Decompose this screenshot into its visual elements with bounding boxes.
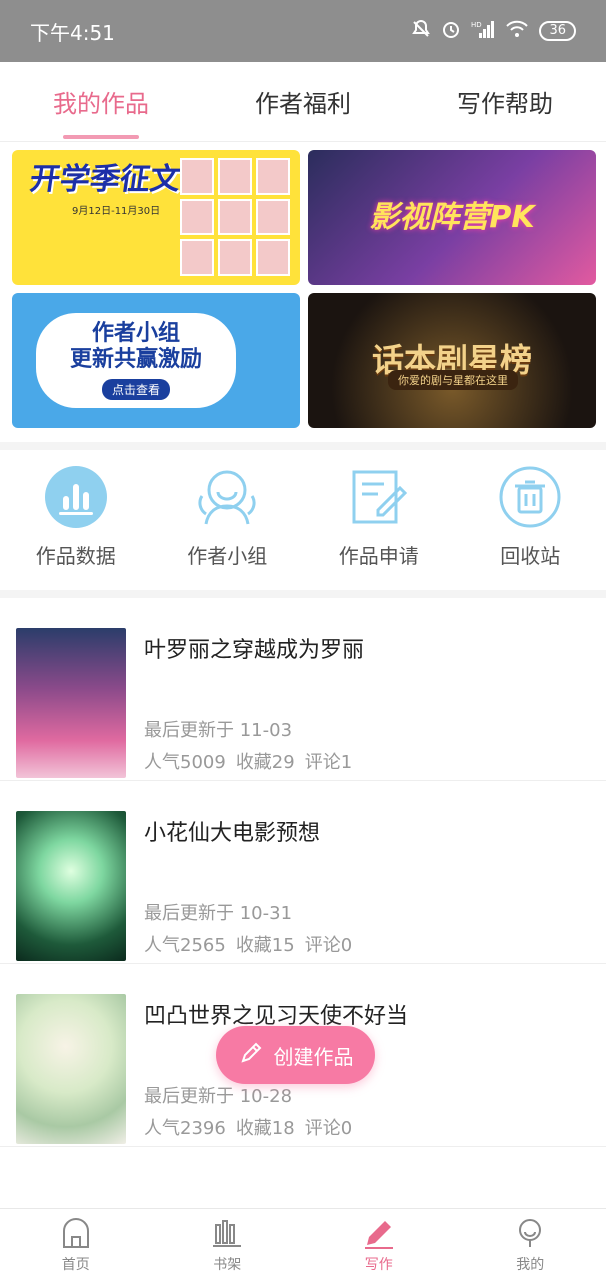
book-stats: 人气2565 收藏15 评论0 (144, 931, 352, 957)
bar-chart-icon (44, 466, 107, 528)
quick-item-work-apply[interactable]: 作品申请 (303, 452, 455, 590)
comments: 评论0 (304, 935, 353, 956)
list-item[interactable]: 叶罗丽之穿越成为罗丽 最后更新于 11-03 人气5009 收藏29 评论1 (0, 598, 606, 781)
banner-card: 作者小组 更新共赢激励 点击查看 (36, 313, 236, 408)
wifi-icon (505, 19, 529, 43)
battery-indicator: 36 (539, 21, 576, 41)
banner-grid: 开学季征文 9月12日-11月30日 影视阵营PK 作者小组 更新共赢激励 点击… (12, 150, 596, 430)
favorites: 收藏29 (235, 752, 295, 773)
quick-actions: 作品数据 作者小组 作品申请 回收站 (0, 452, 606, 590)
photo-collage (180, 158, 290, 276)
quick-item-work-data[interactable]: 作品数据 (0, 452, 152, 590)
popularity: 人气2565 (144, 935, 226, 956)
book-stats: 人气5009 收藏29 评论1 (144, 748, 352, 774)
favorites: 收藏18 (235, 1118, 295, 1139)
view-button: 点击查看 (101, 379, 170, 401)
banner-title: 影视阵营PK (369, 199, 535, 235)
profile-icon (513, 1216, 547, 1250)
book-stats: 人气2396 收藏18 评论0 (144, 1114, 352, 1140)
mute-icon (411, 19, 431, 43)
nav-home[interactable]: 首页 (0, 1209, 152, 1280)
book-info: 小花仙大电影预想 最后更新于 10-31 人气2565 收藏15 评论0 (144, 811, 590, 963)
signal-icon: HD (471, 19, 495, 43)
nav-label: 书架 (213, 1256, 242, 1273)
book-cover (16, 994, 126, 1144)
list-item[interactable]: 小花仙大电影预想 最后更新于 10-31 人气2565 收藏15 评论0 (0, 781, 606, 964)
nav-label: 写作 (364, 1256, 393, 1273)
pencil-icon (362, 1216, 396, 1250)
status-bar: 下午4:51 HD 36 (0, 0, 606, 62)
create-work-label: 创建作品 (273, 1044, 354, 1069)
banner-film-pk[interactable]: 影视阵营PK (308, 150, 596, 285)
banner-essay-contest[interactable]: 开学季征文 9月12日-11月30日 (12, 150, 300, 285)
banner-title: 作者小组 更新共赢激励 (69, 320, 202, 372)
network-label: HD (471, 21, 482, 29)
quick-label: 回收站 (500, 544, 561, 568)
nav-profile[interactable]: 我的 (455, 1209, 606, 1280)
create-work-button[interactable]: 创建作品 (216, 1026, 375, 1084)
banner-author-group[interactable]: 作者小组 更新共赢激励 点击查看 (12, 293, 300, 428)
nav-bookshelf[interactable]: 书架 (152, 1209, 304, 1280)
tab-my-works[interactable]: 我的作品 (0, 62, 202, 141)
nav-label: 我的 (516, 1256, 545, 1273)
book-title: 叶罗丽之穿越成为罗丽 (144, 638, 365, 663)
book-info: 叶罗丽之穿越成为罗丽 最后更新于 11-03 人气5009 收藏29 评论1 (144, 628, 590, 780)
tab-writing-help[interactable]: 写作帮助 (404, 62, 606, 141)
banner-title: 开学季征文 (27, 162, 183, 197)
popularity: 人气5009 (144, 752, 226, 773)
book-updated: 最后更新于 11-03 (144, 720, 293, 741)
book-updated: 最后更新于 10-31 (144, 903, 293, 924)
tab-author-benefits[interactable]: 作者福利 (202, 62, 404, 141)
book-title: 小花仙大电影预想 (144, 821, 321, 846)
section-divider (0, 442, 606, 450)
quick-label: 作品申请 (338, 544, 419, 568)
banner-subtitle: 你爱的剧与星都在这里 (388, 370, 518, 390)
book-cover (16, 628, 126, 778)
nav-label: 首页 (61, 1256, 90, 1273)
group-icon (196, 466, 258, 528)
favorites: 收藏15 (235, 935, 295, 956)
home-icon (59, 1216, 93, 1250)
comments: 评论0 (304, 1118, 353, 1139)
book-title: 凹凸世界之见习天使不好当 (144, 1004, 409, 1029)
quick-item-author-group[interactable]: 作者小组 (152, 452, 304, 590)
quick-item-recycle-bin[interactable]: 回收站 (455, 452, 606, 590)
bookshelf-icon (210, 1216, 244, 1250)
bottom-nav: 首页 书架 写作 我的 (0, 1208, 606, 1280)
popularity: 人气2396 (144, 1118, 226, 1139)
pencil-icon (238, 1040, 264, 1071)
edit-document-icon (348, 466, 410, 528)
comments: 评论1 (304, 752, 353, 773)
status-icons: HD 36 (411, 19, 576, 43)
book-cover (16, 811, 126, 961)
quick-label: 作者小组 (187, 544, 268, 568)
section-divider (0, 590, 606, 598)
trash-icon (499, 466, 561, 528)
top-tabs: 我的作品 作者福利 写作帮助 (0, 62, 606, 142)
quick-label: 作品数据 (35, 544, 116, 568)
nav-writing[interactable]: 写作 (303, 1209, 455, 1280)
alarm-icon (441, 19, 461, 43)
banner-subtitle: 9月12日-11月30日 (72, 206, 161, 217)
status-time: 下午4:51 (30, 20, 115, 45)
book-updated: 最后更新于 10-28 (144, 1086, 293, 1107)
banner-star-rank[interactable]: 话本剧星榜 你爱的剧与星都在这里 (308, 293, 596, 428)
